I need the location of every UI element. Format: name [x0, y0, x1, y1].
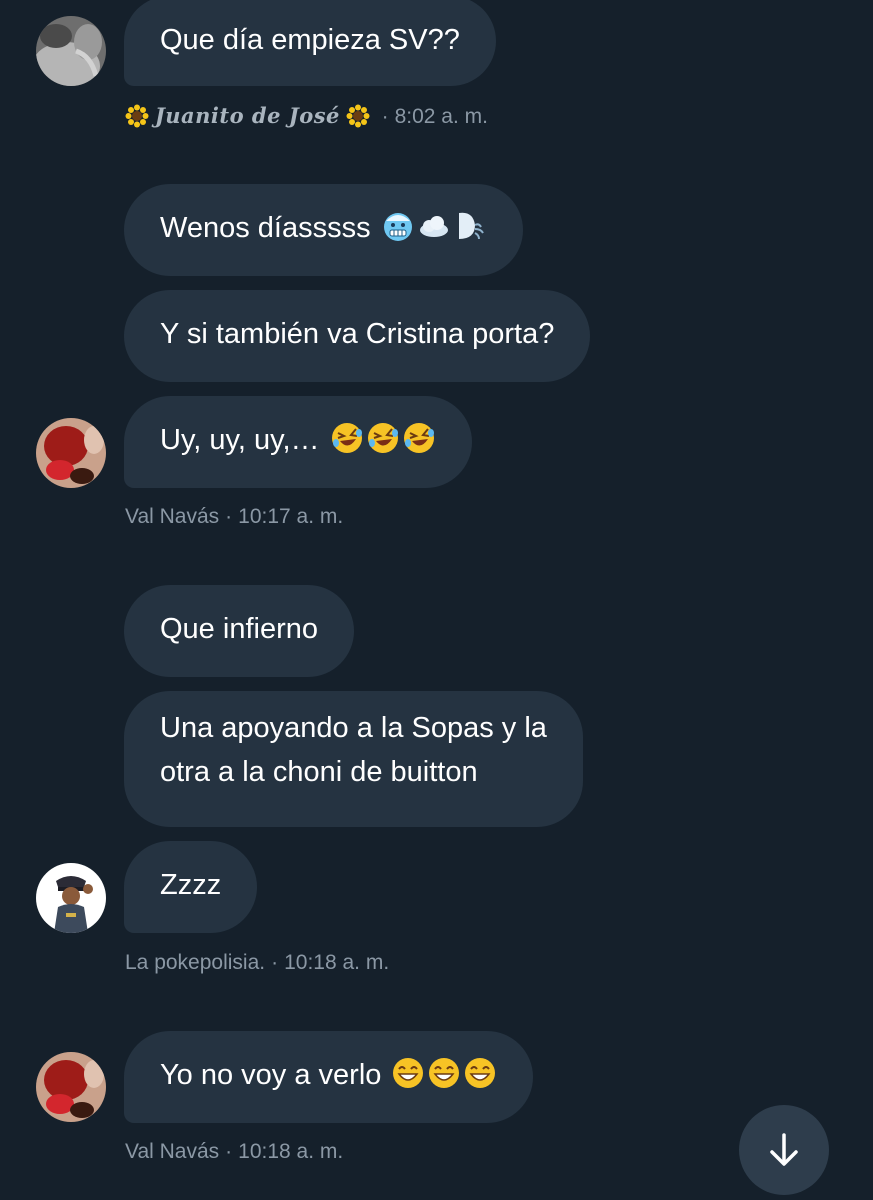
avatar-pokepolisia[interactable]	[36, 863, 106, 933]
message-bubble[interactable]: Que día empieza SV??	[124, 0, 496, 86]
avatar-val[interactable]	[36, 418, 106, 488]
avatar-val[interactable]	[36, 1052, 106, 1122]
avatar-image	[36, 418, 106, 488]
scroll-to-bottom-button[interactable]	[739, 1105, 829, 1195]
meta-separator: ·	[225, 505, 233, 528]
cold-face-icon	[381, 209, 415, 243]
sender-name[interactable]: Juanito de José	[155, 103, 340, 128]
wind-face-icon	[453, 209, 487, 243]
message-meta: Juanito de José · 8:02 a. m.	[125, 102, 488, 131]
avatar-image	[36, 1052, 106, 1122]
message-text: Que infierno	[160, 613, 318, 645]
sender-name[interactable]: Val Navás	[125, 505, 219, 528]
message-bubble[interactable]: Y si también va Cristina porta?	[124, 290, 591, 382]
message-time: 10:17 a. m.	[238, 505, 344, 528]
sender-name[interactable]: La pokepolisia.	[125, 951, 265, 974]
grinning-face-icon	[463, 1056, 497, 1090]
message-meta: Val Navás · 10:18 a. m.	[125, 1138, 343, 1166]
chat-thread: Que día empieza SV?? Juanito de José · 8:…	[0, 0, 873, 1200]
meta-separator: ·	[225, 1140, 233, 1163]
meta-separator: ·	[271, 951, 279, 974]
message-bubble[interactable]: Uy, uy, uy,…	[124, 396, 472, 488]
avatar-juanito[interactable]	[36, 16, 106, 86]
message-bubble[interactable]: Una apoyando a la Sopas y la otra a la c…	[124, 691, 583, 827]
rolling-laughing-icon	[330, 421, 364, 455]
message-meta: Val Navás · 10:17 a. m.	[125, 503, 343, 531]
message-time: 10:18 a. m.	[284, 951, 390, 974]
message-text: Uy, uy, uy,…	[160, 424, 320, 456]
message-bubble[interactable]: Wenos díasssss	[124, 184, 523, 276]
grinning-face-icon	[391, 1056, 425, 1090]
message-text-line: Una apoyando a la Sopas y la	[160, 712, 547, 744]
message-bubble[interactable]: Que infierno	[124, 585, 354, 677]
message-bubble[interactable]: Yo no voy a verlo	[124, 1031, 534, 1123]
message-time: 8:02 a. m.	[394, 105, 488, 128]
sunflower-icon	[125, 104, 149, 128]
avatar-image	[36, 16, 106, 86]
message-text-line: otra a la choni de buitton	[160, 756, 478, 788]
message-text: Y si también va Cristina porta?	[160, 318, 555, 350]
cloud-icon	[417, 209, 451, 243]
message-text: Zzzz	[160, 869, 222, 901]
arrow-down-icon	[770, 1133, 798, 1166]
rolling-laughing-icon	[402, 421, 436, 455]
message-meta: La pokepolisia. · 10:18 a. m.	[125, 949, 389, 977]
meta-separator: ·	[381, 105, 389, 128]
message-bubble[interactable]: Zzzz	[124, 841, 258, 933]
message-text: Que día empieza SV??	[160, 24, 460, 56]
grinning-face-icon	[427, 1056, 461, 1090]
sunflower-icon	[346, 104, 370, 128]
message-text: Wenos díasssss	[160, 212, 371, 244]
avatar-image	[36, 863, 106, 933]
message-text: Yo no voy a verlo	[160, 1059, 382, 1091]
rolling-laughing-icon	[366, 421, 400, 455]
sender-name[interactable]: Val Navás	[125, 1140, 219, 1163]
message-time: 10:18 a. m.	[238, 1140, 344, 1163]
